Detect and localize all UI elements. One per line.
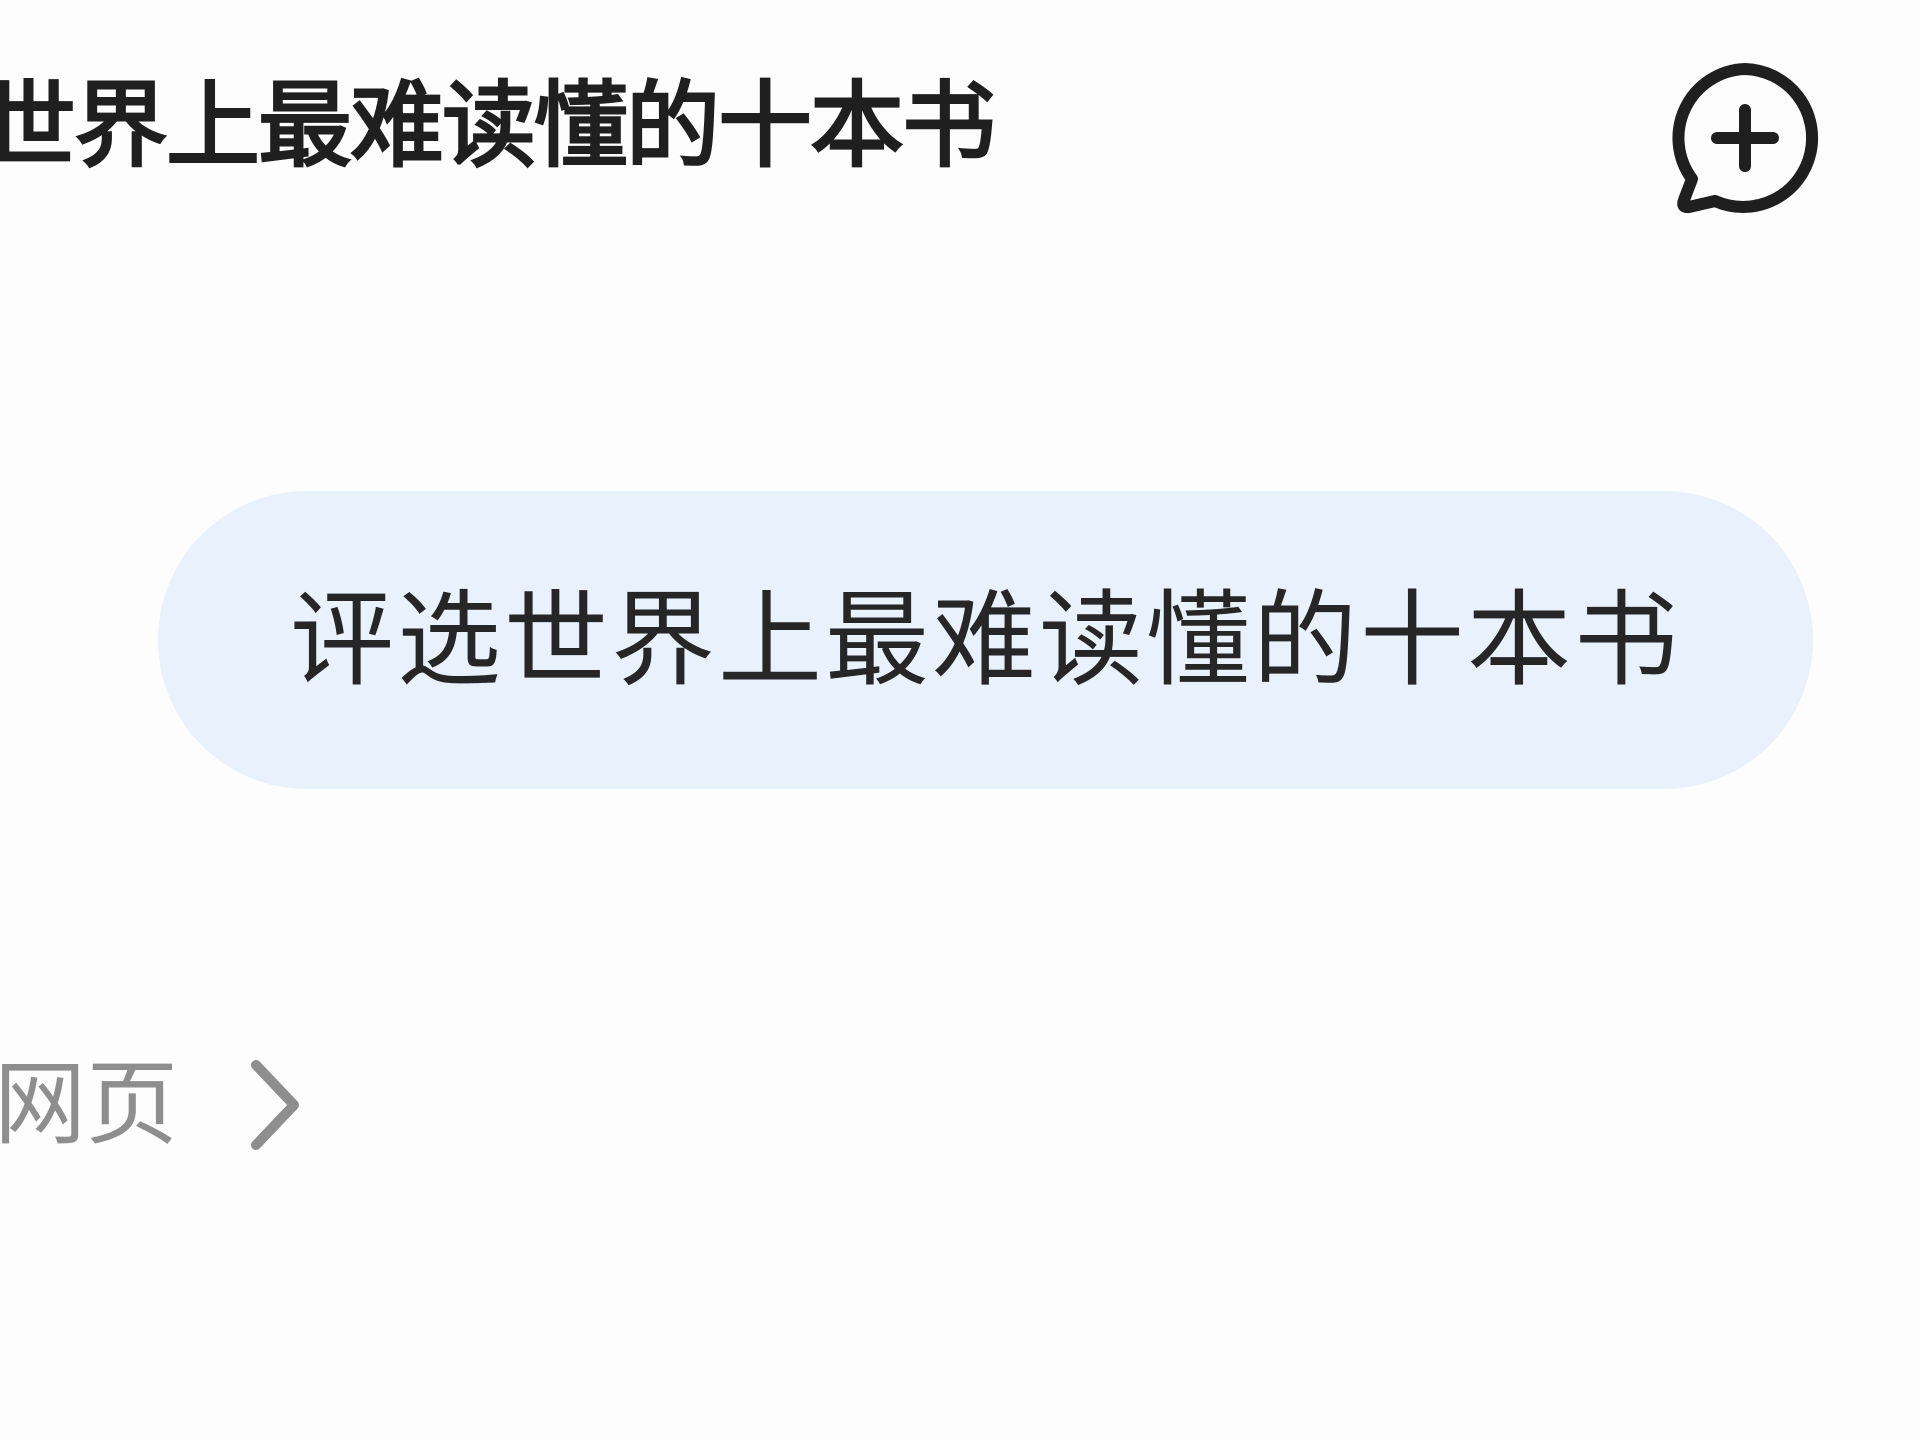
user-message-bubble[interactable]: 评选世界上最难读懂的十本书 xyxy=(158,491,1813,789)
new-chat-button[interactable] xyxy=(1665,58,1825,218)
conversation-title: 世界上最难读懂的十本书 xyxy=(0,72,996,181)
chat-screen: 世界上最难读懂的十本书 评选世界上最难读懂的十本书 网页 xyxy=(0,0,1920,1440)
web-sources-link[interactable]: 网页 xyxy=(0,1050,304,1160)
chevron-right-icon xyxy=(251,1060,300,1150)
chat-bubble-plus-icon xyxy=(1672,63,1819,214)
user-message-text: 评选世界上最难读懂的十本书 xyxy=(289,579,1681,701)
web-sources-label: 网页 xyxy=(0,1051,179,1158)
